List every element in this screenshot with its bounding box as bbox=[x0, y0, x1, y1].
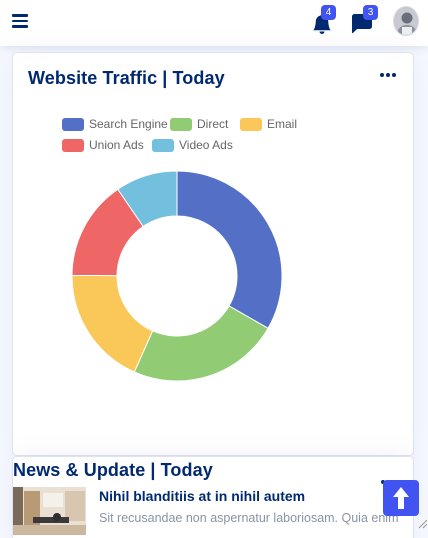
resize-handle-icon[interactable] bbox=[418, 519, 428, 529]
notifications-badge: 4 bbox=[321, 5, 336, 20]
menu-toggle-icon[interactable] bbox=[12, 14, 28, 28]
donut-slice-email[interactable] bbox=[71, 274, 154, 373]
profile-avatar[interactable] bbox=[393, 6, 419, 36]
news-card-title: News & Update | Today bbox=[13, 460, 213, 480]
back-to-top-button[interactable] bbox=[383, 480, 419, 516]
messages-button[interactable]: 3 bbox=[348, 5, 378, 38]
messages-badge: 3 bbox=[363, 5, 378, 20]
donut-slice-search-engine[interactable] bbox=[176, 170, 283, 330]
news-excerpt: Sit recusandae non aspernatur laboriosam… bbox=[99, 511, 399, 525]
top-header: 4 3 bbox=[0, 0, 428, 46]
donut-slice-direct[interactable] bbox=[133, 305, 269, 382]
traffic-donut-chart bbox=[71, 170, 283, 382]
notifications-button[interactable]: 4 bbox=[308, 5, 338, 38]
arrow-up-icon bbox=[393, 487, 409, 509]
news-update-card: News & Update | Today Nihil blanditiis a… bbox=[12, 456, 414, 538]
news-headline[interactable]: Nihil blanditiis at in nihil autem bbox=[99, 488, 305, 504]
website-traffic-card: Website Traffic | Today Search Engine Dir… bbox=[12, 52, 414, 456]
news-thumbnail[interactable] bbox=[13, 487, 86, 535]
